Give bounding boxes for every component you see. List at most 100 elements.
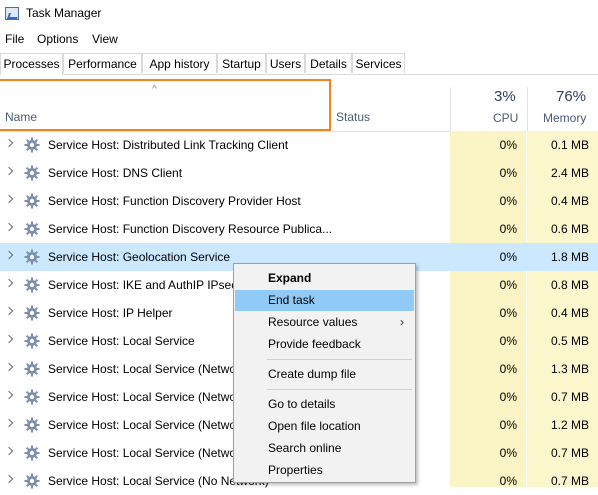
process-name: Service Host: DNS Client bbox=[48, 166, 183, 180]
context-menu-item-go-to-details[interactable]: Go to details bbox=[235, 394, 414, 415]
gear-icon bbox=[24, 305, 40, 321]
gear-icon bbox=[24, 249, 40, 265]
column-status[interactable]: Status bbox=[336, 110, 370, 124]
table-row[interactable]: Service Host: Function Discovery Provide… bbox=[0, 187, 598, 215]
process-cpu: 0% bbox=[499, 278, 517, 292]
process-cpu: 0% bbox=[499, 418, 517, 432]
tab-users[interactable]: Users bbox=[266, 53, 305, 73]
menu-separator bbox=[267, 359, 412, 360]
menu-item-label: End task bbox=[268, 293, 315, 307]
chevron-right-icon[interactable] bbox=[6, 390, 13, 397]
menu-item-label: Properties bbox=[268, 463, 323, 477]
task-manager-icon bbox=[5, 7, 19, 20]
gear-icon bbox=[24, 165, 40, 181]
process-cpu: 0% bbox=[499, 306, 517, 320]
tab-details[interactable]: Details bbox=[305, 53, 352, 73]
title-bar: Task Manager bbox=[0, 0, 598, 28]
table-row[interactable]: Service Host: DNS Client 0% 2.4 MB bbox=[0, 159, 598, 187]
process-name: Service Host: Local Service (Networ bbox=[48, 446, 241, 460]
chevron-right-icon[interactable] bbox=[6, 418, 13, 425]
process-name: Service Host: Function Discovery Provide… bbox=[48, 194, 301, 208]
process-memory: 0.7 MB bbox=[550, 446, 589, 460]
tab-app-history[interactable]: App history bbox=[142, 53, 217, 73]
process-name: Service Host: Function Discovery Resourc… bbox=[48, 222, 333, 236]
tab-performance[interactable]: Performance bbox=[63, 53, 142, 73]
process-memory: 0.6 MB bbox=[550, 222, 589, 236]
table-row[interactable]: Service Host: Function Discovery Resourc… bbox=[0, 215, 598, 243]
menu-item-label: Resource values bbox=[268, 315, 358, 329]
process-cpu: 0% bbox=[499, 166, 517, 180]
gear-icon bbox=[24, 137, 40, 153]
process-name: Service Host: IP Helper bbox=[48, 306, 173, 320]
column-divider[interactable] bbox=[527, 87, 528, 131]
context-menu-item-open-file-location[interactable]: Open file location bbox=[235, 416, 414, 437]
column-cpu[interactable]: CPU bbox=[493, 111, 518, 125]
process-cpu: 0% bbox=[499, 194, 517, 208]
menu-item-label: Provide feedback bbox=[268, 337, 361, 351]
chevron-right-icon[interactable] bbox=[6, 194, 13, 201]
process-memory: 1.3 MB bbox=[550, 362, 589, 376]
process-cpu: 0% bbox=[450, 243, 526, 271]
process-memory: 0.7 MB bbox=[550, 474, 589, 488]
memory-total: 76% bbox=[556, 88, 587, 105]
gear-icon bbox=[24, 417, 40, 433]
chevron-right-icon[interactable] bbox=[6, 278, 13, 285]
process-cpu: 0% bbox=[499, 390, 517, 404]
gear-icon bbox=[24, 445, 40, 461]
gear-icon bbox=[24, 221, 40, 237]
context-menu-item-properties[interactable]: Properties bbox=[235, 460, 414, 481]
chevron-right-icon[interactable] bbox=[6, 446, 13, 453]
gear-icon bbox=[24, 277, 40, 293]
context-menu-item-create-dump-file[interactable]: Create dump file bbox=[235, 364, 414, 385]
process-name: Service Host: IKE and AuthIP IPsec K bbox=[48, 278, 249, 292]
process-memory: 0.8 MB bbox=[550, 278, 589, 292]
chevron-right-icon[interactable] bbox=[6, 138, 13, 145]
chevron-right-icon[interactable] bbox=[6, 222, 13, 229]
tab-startup[interactable]: Startup bbox=[217, 53, 266, 73]
process-name: Service Host: Local Service (Networ bbox=[48, 362, 241, 376]
menu-item-label: Expand bbox=[268, 271, 312, 285]
chevron-right-icon[interactable] bbox=[6, 166, 13, 173]
process-memory: 0.1 MB bbox=[550, 138, 589, 152]
chevron-right-icon[interactable] bbox=[6, 362, 13, 369]
column-memory[interactable]: Memory bbox=[543, 111, 586, 125]
chevron-right-icon[interactable] bbox=[6, 250, 13, 257]
menu-item-label: Go to details bbox=[268, 397, 336, 411]
context-menu-item-end-task[interactable]: End task bbox=[235, 290, 414, 311]
window-title: Task Manager bbox=[26, 6, 102, 20]
process-name: Service Host: Local Service bbox=[48, 334, 195, 348]
process-memory: 0.4 MB bbox=[550, 306, 589, 320]
process-name: Service Host: Distributed Link Tracking … bbox=[48, 138, 289, 152]
tab-bar: Processes Performance App history Startu… bbox=[0, 52, 598, 75]
process-cpu: 0% bbox=[499, 138, 517, 152]
process-name: Service Host: Geolocation Service bbox=[48, 250, 231, 264]
process-memory: 0.5 MB bbox=[550, 334, 589, 348]
context-menu-item-resource-values[interactable]: Resource values › bbox=[235, 312, 414, 333]
chevron-right-icon: › bbox=[400, 315, 404, 329]
tab-processes[interactable]: Processes bbox=[0, 53, 63, 75]
menu-options[interactable]: Options bbox=[37, 32, 78, 46]
context-menu-item-expand[interactable]: Expand bbox=[235, 268, 414, 289]
context-menu-item-search-online[interactable]: Search online bbox=[235, 438, 414, 459]
process-memory: 1.8 MB bbox=[527, 243, 598, 271]
context-menu-item-provide-feedback[interactable]: Provide feedback bbox=[235, 334, 414, 355]
process-memory: 1.2 MB bbox=[550, 418, 589, 432]
chevron-right-icon[interactable] bbox=[6, 334, 13, 341]
menu-view[interactable]: View bbox=[92, 32, 118, 46]
tab-services[interactable]: Services bbox=[352, 53, 405, 73]
process-name: Service Host: Local Service (Networ bbox=[48, 418, 241, 432]
menu-file[interactable]: File bbox=[5, 32, 24, 46]
gear-icon bbox=[24, 333, 40, 349]
process-cpu: 0% bbox=[499, 446, 517, 460]
process-cpu: 0% bbox=[499, 362, 517, 376]
process-memory: 0.4 MB bbox=[550, 194, 589, 208]
chevron-right-icon[interactable] bbox=[6, 474, 13, 481]
menu-item-label: Open file location bbox=[268, 419, 361, 433]
table-row[interactable]: Service Host: Distributed Link Tracking … bbox=[0, 131, 598, 159]
chevron-right-icon[interactable] bbox=[6, 306, 13, 313]
menu-item-label: Create dump file bbox=[268, 367, 357, 381]
cpu-total: 3% bbox=[494, 88, 516, 105]
process-cpu: 0% bbox=[499, 222, 517, 236]
column-divider[interactable] bbox=[450, 87, 451, 131]
gear-icon bbox=[24, 361, 40, 377]
